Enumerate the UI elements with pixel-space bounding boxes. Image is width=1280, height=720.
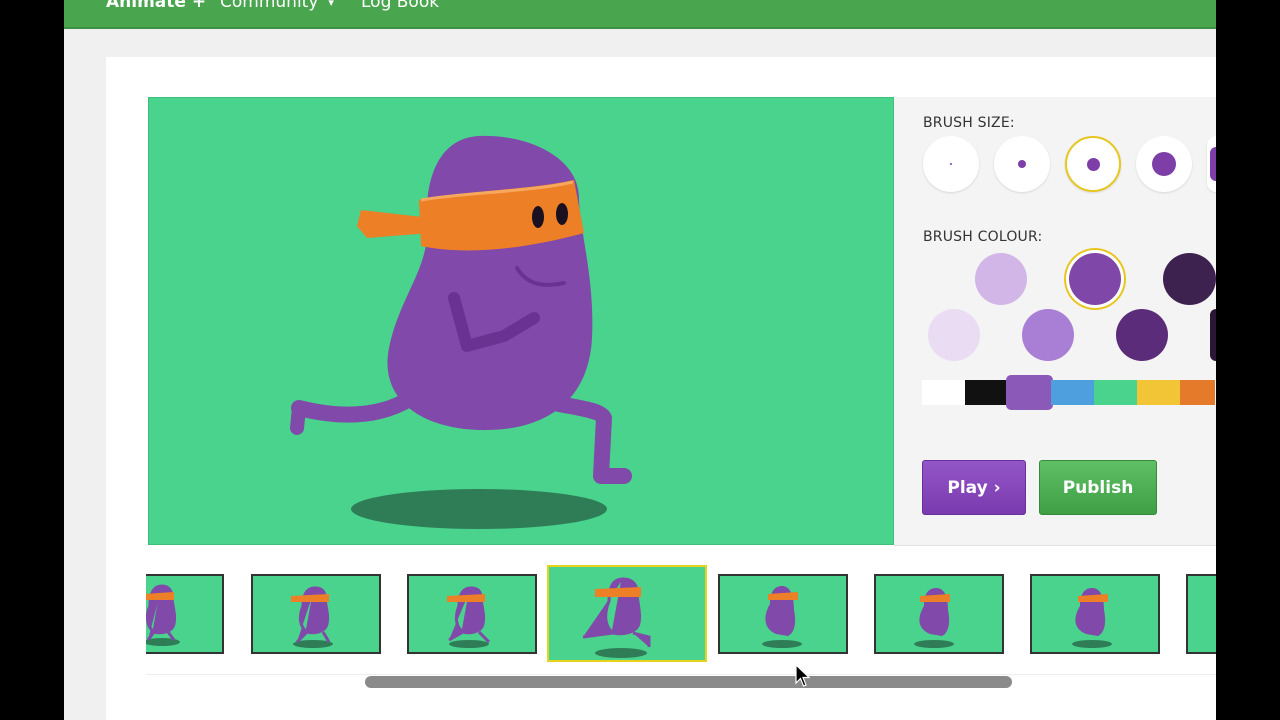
back-foot: [290, 401, 306, 435]
swatch-darkest-purple[interactable]: [1210, 309, 1216, 361]
frame-thumbnail[interactable]: [1030, 574, 1160, 654]
back-leg: [291, 390, 419, 423]
right-eye: [556, 203, 568, 225]
swatch-deep-purple[interactable]: [1116, 309, 1168, 361]
nav-item-community[interactable]: Community ▾: [220, 0, 334, 12]
frame-shadow: [914, 640, 954, 648]
palette-blue[interactable]: [1051, 380, 1094, 405]
brush-size-tiny-dot: [950, 163, 952, 165]
brush-size-label: BRUSH SIZE:: [923, 115, 1015, 131]
frame-thumbnail[interactable]: [146, 574, 224, 654]
frame-shadow: [1072, 640, 1112, 648]
brush-size-tiny[interactable]: [923, 136, 979, 192]
brush-size-medium-dot: [1086, 157, 1100, 171]
brush-size-medium[interactable]: [1065, 136, 1121, 192]
frame-thumbnail-art: [291, 586, 333, 648]
mouse-cursor-shape: [795, 664, 811, 687]
frame-thumbnail[interactable]: [874, 574, 1004, 654]
frame-headband: [146, 592, 174, 600]
brush-size-small-dot: [1018, 160, 1026, 168]
swatch-light-lavender[interactable]: [975, 253, 1027, 305]
drawing-artwork: [290, 135, 632, 529]
brush-size-large[interactable]: [1136, 136, 1192, 192]
palette-yellow[interactable]: [1137, 380, 1180, 405]
frame-headband: [447, 594, 485, 602]
brush-colour-label: BRUSH COLOUR:: [923, 229, 1043, 245]
ground-shadow: [351, 489, 607, 529]
frame-shadow: [595, 648, 647, 658]
swatch-pale-lavender[interactable]: [928, 309, 980, 361]
frame-headband: [291, 594, 329, 602]
frame-thumbnail[interactable]: [407, 574, 537, 654]
frame-thumbnail-art: [1072, 588, 1112, 648]
frame-headband: [595, 587, 641, 597]
swatch-medium-lavender[interactable]: [1022, 309, 1074, 361]
palette-green[interactable]: [1094, 380, 1137, 405]
brush-size-x-large[interactable]: [1207, 136, 1216, 192]
frame-thumbnail-art: [447, 586, 491, 648]
chevron-down-icon: ▾: [328, 0, 334, 9]
brush-size-large-dot: [1152, 152, 1176, 176]
frame-thumbnail-art: [146, 584, 180, 646]
colour-palette: [922, 377, 1215, 408]
swatch-dark-plum[interactable]: [1163, 253, 1216, 305]
swatch-purple[interactable]: [1069, 253, 1121, 305]
frame-thumbnail-art: [914, 588, 954, 648]
publish-button[interactable]: Publish: [1039, 460, 1157, 515]
left-eye: [532, 206, 544, 228]
palette-orange[interactable]: [1180, 380, 1215, 405]
palette-purple[interactable]: [1008, 377, 1051, 408]
play-button[interactable]: Play ›: [922, 460, 1026, 515]
brush-size-small[interactable]: [994, 136, 1050, 192]
drawing-canvas[interactable]: [148, 97, 894, 545]
frame-shadow: [449, 640, 489, 648]
top-navigation: Animate + Community ▾ Log Book: [64, 0, 1216, 29]
frame-thumbnail-art: [762, 586, 802, 648]
timeline-scrollbar[interactable]: [365, 676, 1012, 688]
nav-item-log-book[interactable]: Log Book: [361, 0, 439, 12]
frame-shadow: [762, 640, 802, 648]
frame-thumbnail-art: [582, 577, 651, 658]
timeline-divider: [146, 674, 1216, 675]
frame-thumbnail-current[interactable]: [547, 565, 707, 662]
nav-item-community-label: Community: [220, 0, 319, 12]
frame-thumbnail[interactable]: [1186, 574, 1216, 654]
frame-thumbnail[interactable]: [718, 574, 848, 654]
frame-timeline: [146, 560, 1216, 668]
palette-black[interactable]: [965, 380, 1008, 405]
frame-headband: [920, 594, 950, 602]
mouse-cursor-icon: [795, 664, 811, 687]
frame-thumbnail[interactable]: [251, 574, 381, 654]
nav-item-animate[interactable]: Animate +: [106, 0, 206, 12]
palette-white[interactable]: [922, 380, 965, 405]
brush-size-x-large-dot: [1210, 147, 1216, 181]
